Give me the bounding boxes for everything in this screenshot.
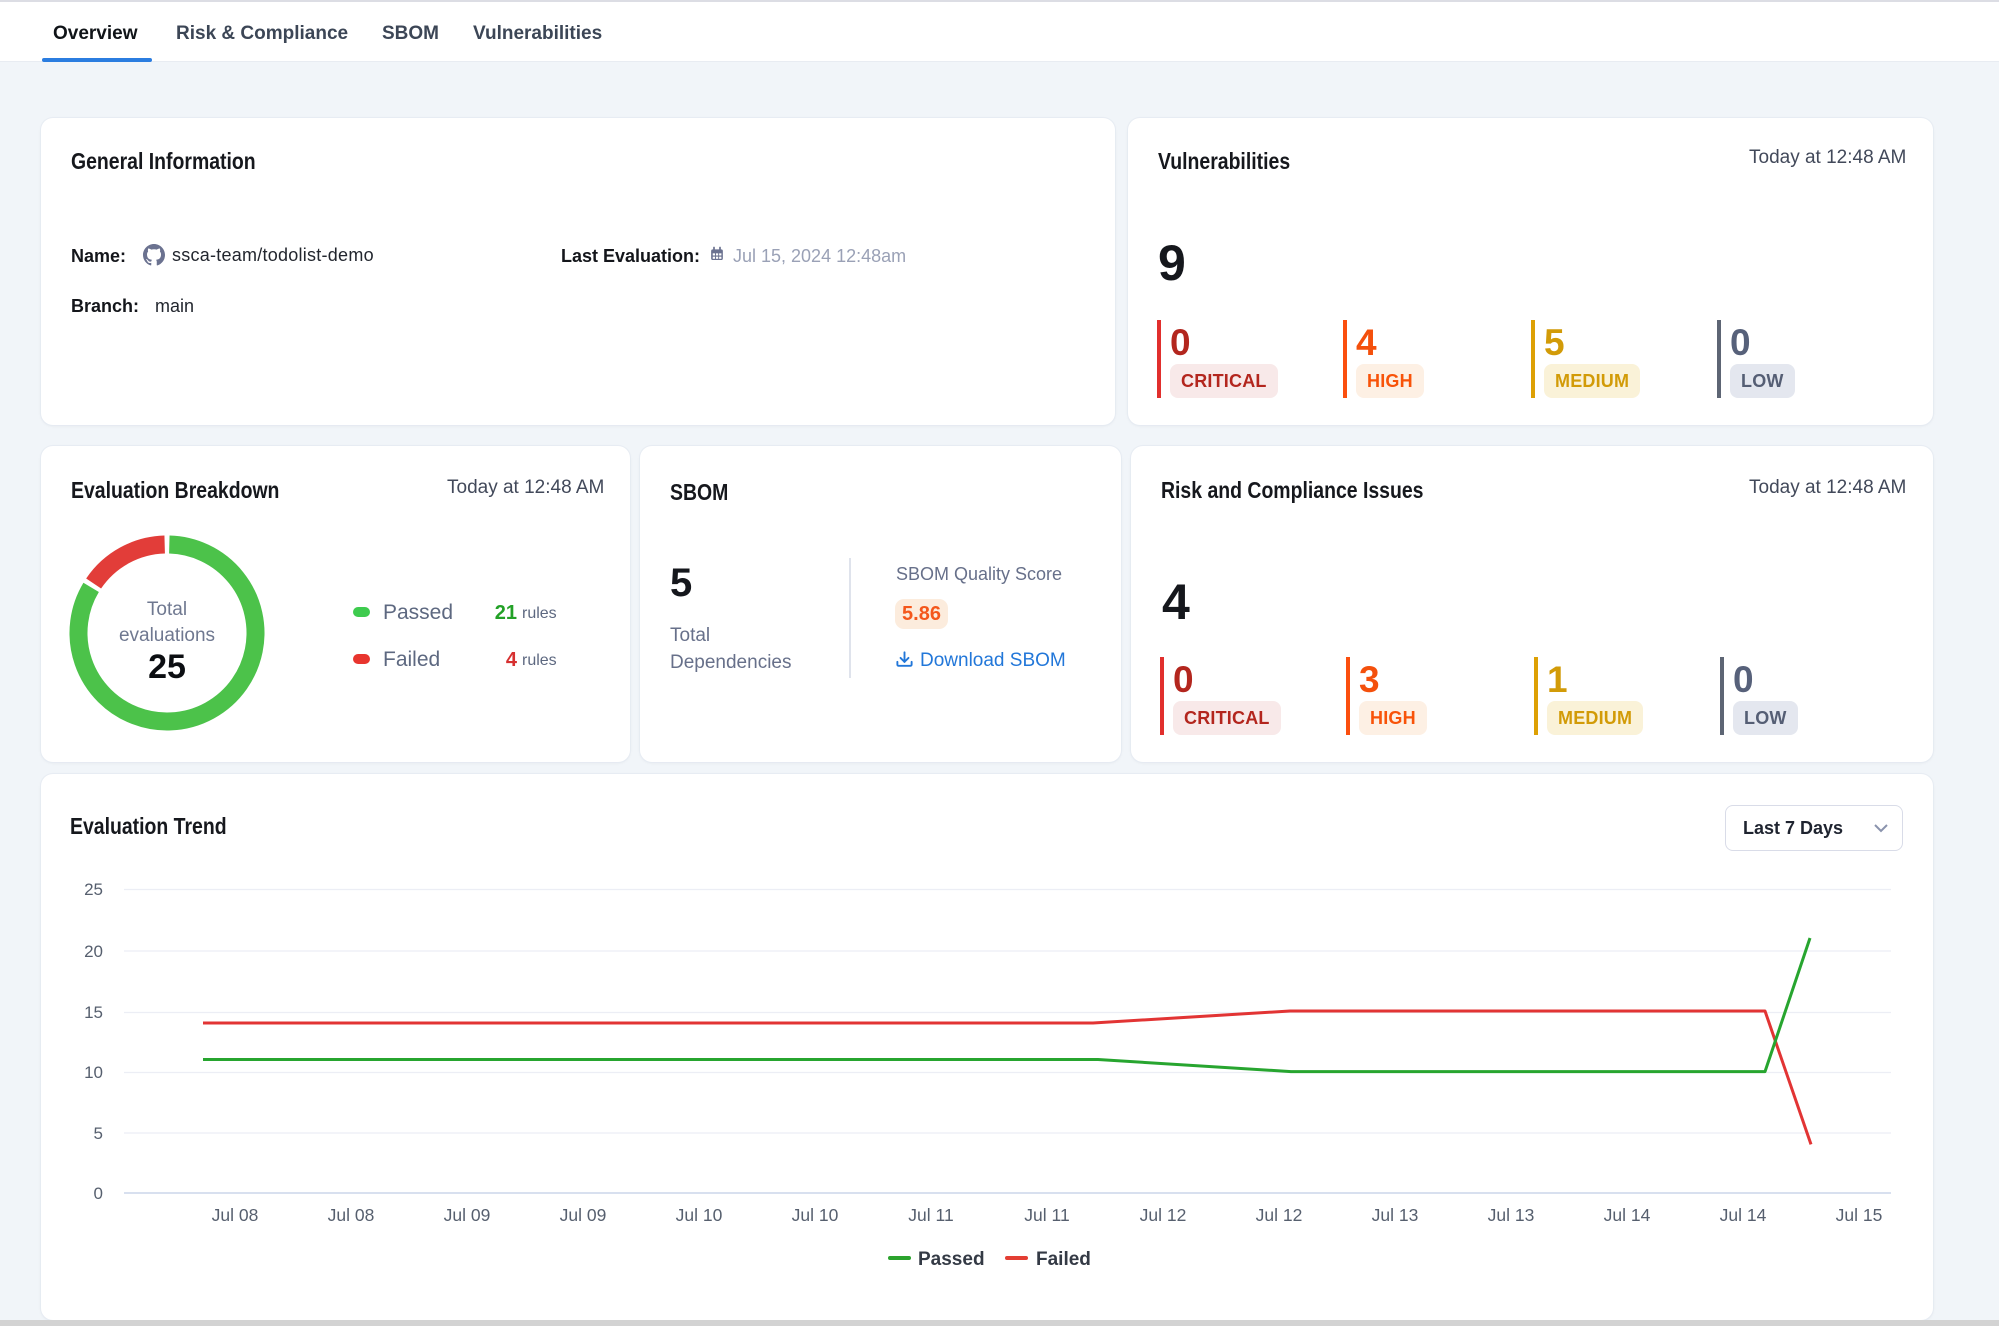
svg-text:Jul 10: Jul 10	[792, 1205, 839, 1225]
svg-text:0: 0	[94, 1184, 103, 1203]
svg-text:15: 15	[84, 1003, 103, 1022]
svg-text:Jul 13: Jul 13	[1488, 1205, 1535, 1225]
svg-text:Failed: Failed	[1036, 1249, 1091, 1270]
svg-text:Jul 13: Jul 13	[1372, 1205, 1419, 1225]
svg-text:10: 10	[84, 1063, 103, 1082]
svg-text:Jul 08: Jul 08	[212, 1205, 259, 1225]
svg-text:Jul 14: Jul 14	[1720, 1205, 1767, 1225]
svg-text:Jul 09: Jul 09	[444, 1205, 491, 1225]
svg-text:Jul 12: Jul 12	[1256, 1205, 1303, 1225]
svg-text:Jul 11: Jul 11	[908, 1205, 953, 1225]
svg-text:5: 5	[94, 1124, 103, 1143]
svg-text:Passed: Passed	[918, 1249, 985, 1270]
svg-text:20: 20	[84, 942, 103, 961]
svg-text:Jul 12: Jul 12	[1140, 1205, 1187, 1225]
svg-text:Jul 11: Jul 11	[1024, 1205, 1069, 1225]
svg-text:Jul 14: Jul 14	[1604, 1205, 1651, 1225]
svg-text:Jul 08: Jul 08	[328, 1205, 375, 1225]
svg-text:Jul 09: Jul 09	[560, 1205, 607, 1225]
svg-text:Jul 10: Jul 10	[676, 1205, 723, 1225]
svg-text:25: 25	[84, 880, 103, 899]
svg-text:Jul 15: Jul 15	[1836, 1205, 1883, 1225]
